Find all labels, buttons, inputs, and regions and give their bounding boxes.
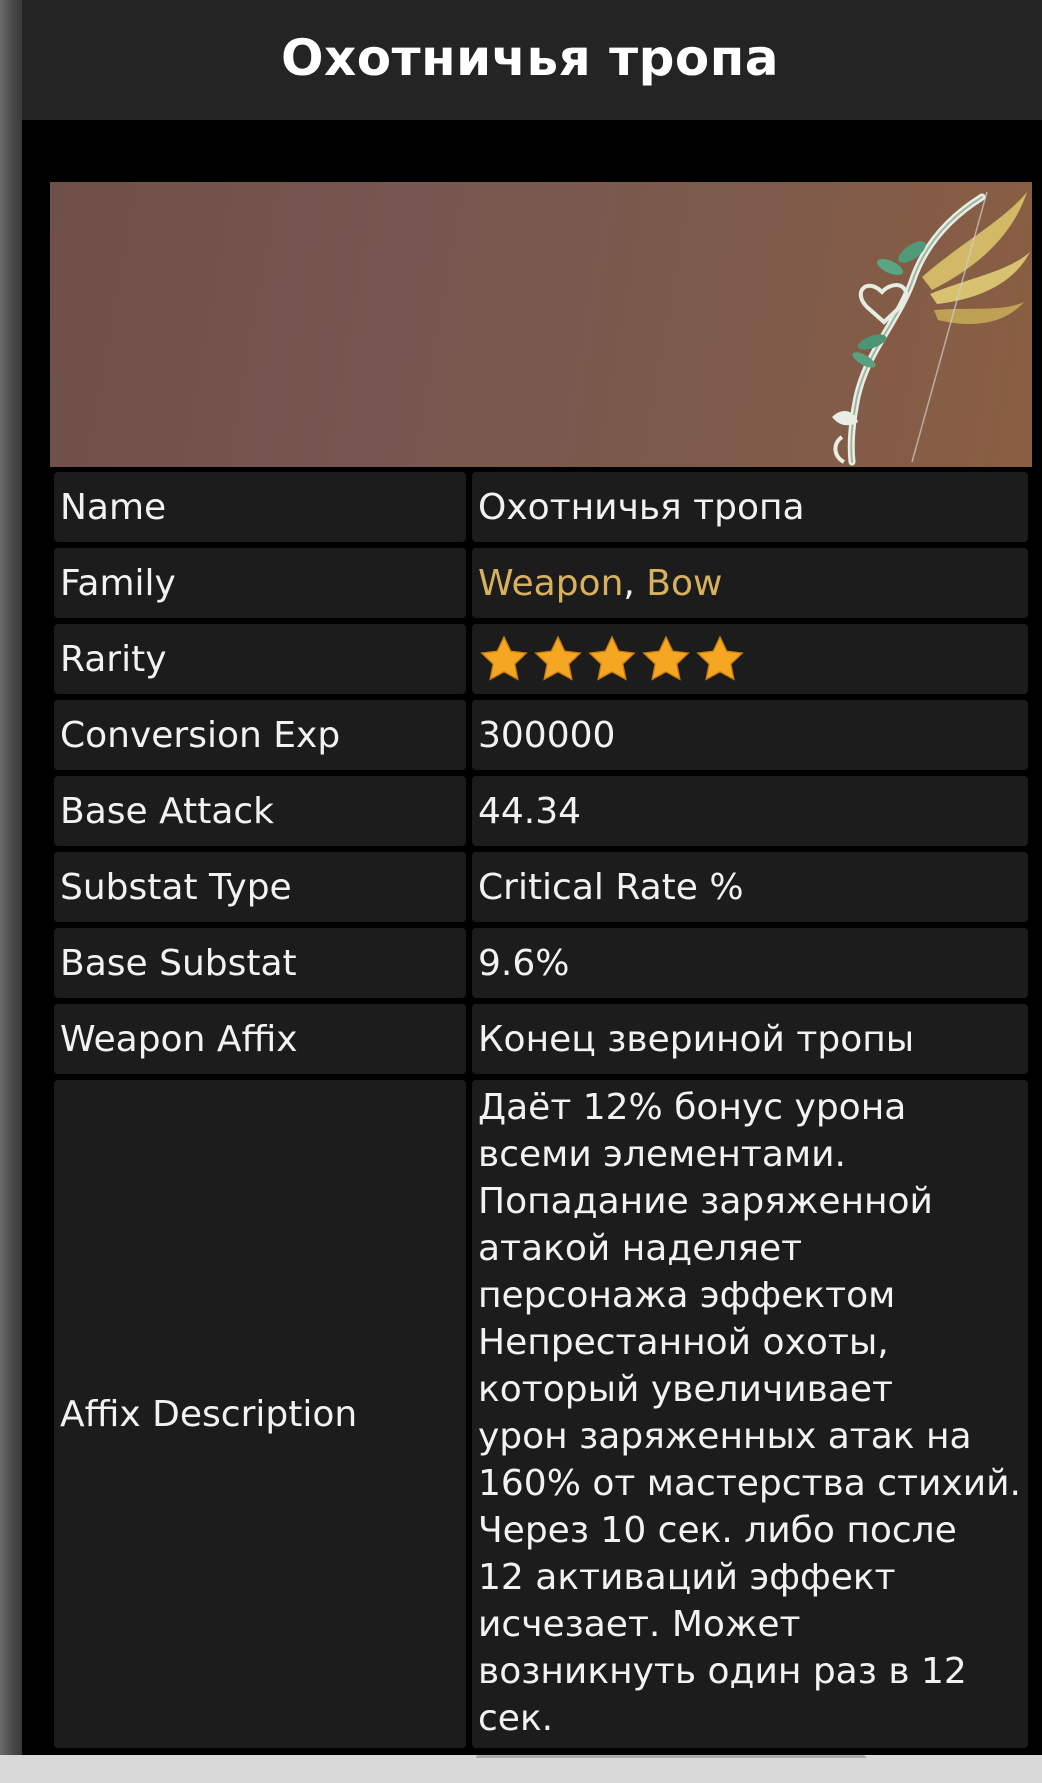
weapon-banner: [50, 182, 1032, 467]
row-value-weapon-affix: Конец звериной тропы: [472, 1004, 1028, 1074]
family-separator: ,: [623, 562, 647, 604]
table-row: Conversion Exp 300000: [54, 700, 1028, 770]
table-row: Affix Description Даёт 12% бонус урона вс…: [54, 1080, 1028, 1748]
star-icon: [588, 635, 636, 681]
table-row: Name Охотничья тропа: [54, 472, 1028, 542]
affix-description-line: персонажа эффектом: [478, 1275, 896, 1316]
row-label-name: Name: [54, 472, 466, 542]
affix-description-line: атакой наделяет: [478, 1228, 803, 1269]
table-row: Base Substat 9.6%: [54, 928, 1028, 998]
row-label-conversion-exp: Conversion Exp: [54, 700, 466, 770]
row-label-base-substat: Base Substat: [54, 928, 466, 998]
affix-description-line: исчезает. Может: [478, 1604, 801, 1645]
bow-icon: [832, 191, 1030, 466]
row-value-conversion-exp: 300000: [472, 700, 1028, 770]
star-icon: [642, 635, 690, 681]
affix-description-line: Даёт 12% бонус урона: [478, 1087, 907, 1128]
page-header: Охотничья тропа: [22, 0, 1042, 120]
weapon-info-table: Name Охотничья тропа Family Weapon, Bow …: [54, 472, 1028, 1754]
table-row: Base Attack 44.34: [54, 776, 1028, 846]
row-value-name: Охотничья тропа: [472, 472, 1028, 542]
row-value-base-substat: 9.6%: [472, 928, 1028, 998]
affix-description-line: 160% от мастерства стихий.: [478, 1463, 1021, 1504]
main-content: Name Охотничья тропа Family Weapon, Bow …: [22, 120, 1042, 1783]
table-row: Family Weapon, Bow: [54, 548, 1028, 618]
row-value-affix-description: Даёт 12% бонус урона всеми элементами. Поп…: [472, 1080, 1028, 1748]
affix-description-line: сек.: [478, 1698, 554, 1739]
family-link-bow[interactable]: Bow: [646, 563, 722, 604]
row-label-base-attack: Base Attack: [54, 776, 466, 846]
row-label-family: Family: [54, 548, 466, 618]
affix-description-line: 12 активаций эффект: [478, 1557, 896, 1598]
row-label-substat-type: Substat Type: [54, 852, 466, 922]
row-label-rarity: Rarity: [54, 624, 466, 694]
row-value-base-attack: 44.34: [472, 776, 1028, 846]
row-value-family: Weapon, Bow: [472, 548, 1028, 618]
row-label-weapon-affix: Weapon Affix: [54, 1004, 466, 1074]
row-label-affix-description: Affix Description: [54, 1080, 466, 1748]
affix-description-line: Попадание заряженной: [478, 1181, 933, 1222]
affix-description-line: возникнуть один раз в 12: [478, 1651, 967, 1692]
next-row-peek: [476, 1755, 866, 1764]
left-edge-rail: [0, 0, 22, 1783]
affix-description-text: Даёт 12% бонус урона всеми элементами. Поп…: [478, 1084, 1021, 1742]
table-row: Substat Type Critical Rate %: [54, 852, 1028, 922]
page-title: Охотничья тропа: [280, 29, 780, 87]
affix-description-line: Через 10 сек. либо после: [478, 1510, 957, 1551]
row-value-rarity: [472, 624, 1028, 694]
star-icon: [534, 635, 582, 681]
rarity-stars: [478, 633, 746, 685]
affix-description-line: всеми элементами.: [478, 1134, 846, 1175]
table-row: Weapon Affix Конец звериной тропы: [54, 1004, 1028, 1074]
bottom-scroll-edge: [0, 1755, 1042, 1783]
row-value-substat-type: Critical Rate %: [472, 852, 1028, 922]
family-link-weapon[interactable]: Weapon: [478, 563, 623, 604]
affix-description-line: который увеличивает: [478, 1369, 894, 1410]
affix-description-line: урон заряженных атак на: [478, 1416, 972, 1457]
star-icon: [696, 635, 744, 681]
affix-description-line: Непрестанной охоты,: [478, 1322, 889, 1363]
star-icon: [480, 635, 528, 681]
table-row: Rarity: [54, 624, 1028, 694]
